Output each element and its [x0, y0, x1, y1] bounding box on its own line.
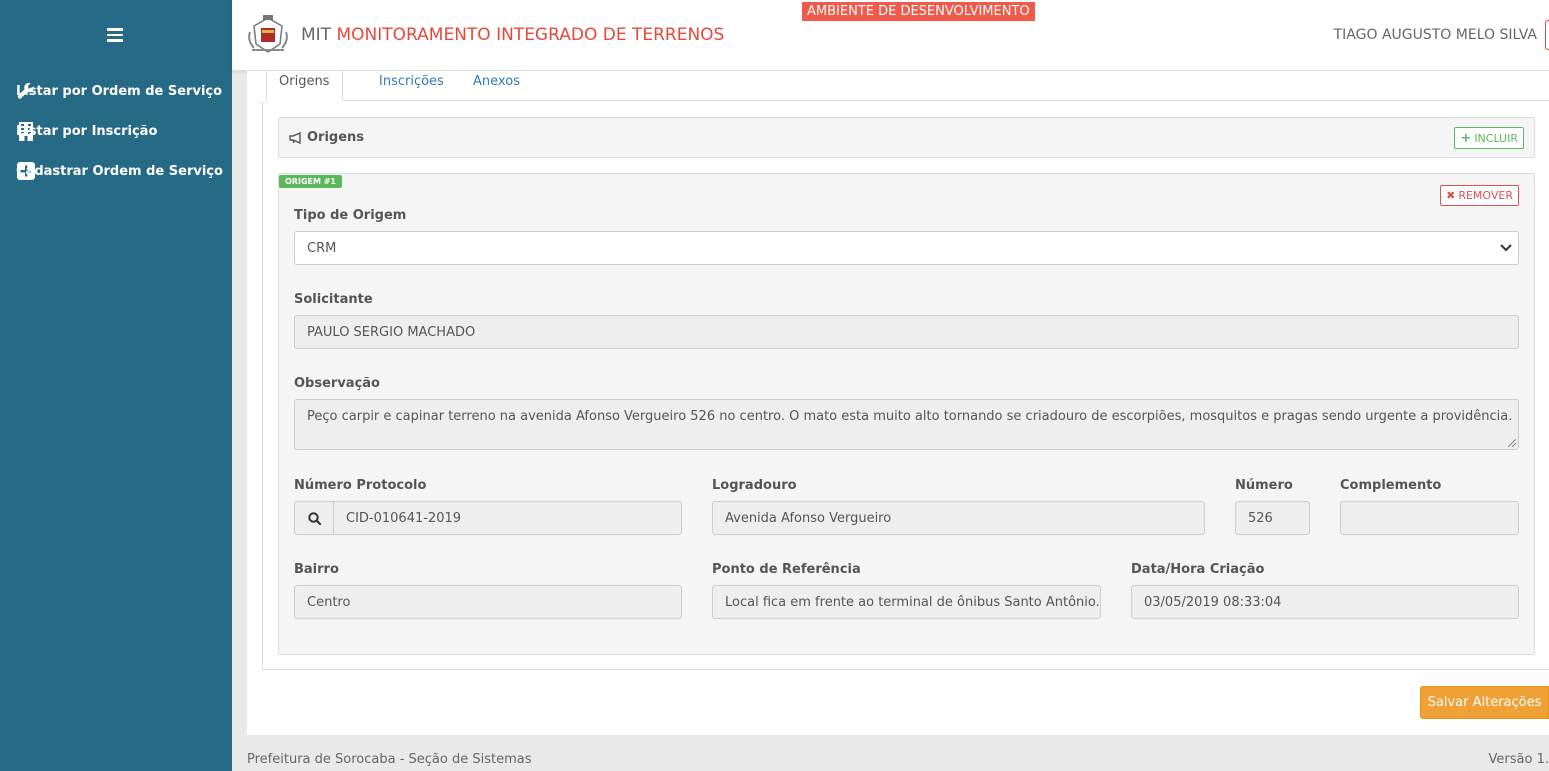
- close-icon: ✖: [1446, 189, 1456, 202]
- tipo-origem-value: CRM: [307, 240, 337, 256]
- plus-icon: +: [1460, 130, 1472, 146]
- tab-origens[interactable]: Origens: [266, 71, 343, 101]
- environment-badge: AMBIENTE DE DESENVOLVIMENTO: [802, 2, 1035, 21]
- numero-protocolo-label: Número Protocolo: [294, 478, 427, 493]
- ponto-referencia-label: Ponto de Referência: [712, 562, 861, 577]
- numero-label: Número: [1235, 478, 1293, 493]
- complemento-label: Complemento: [1340, 478, 1442, 493]
- app-brand: MIT MONITORAMENTO INTEGRADO DE TERRENOS: [301, 25, 724, 45]
- user-name[interactable]: TIAGO AUGUSTO MELO SILVA: [1334, 27, 1537, 43]
- logout-button[interactable]: [1545, 20, 1549, 50]
- resize-handle-icon[interactable]: [1508, 439, 1516, 447]
- save-button[interactable]: Salvar Alterações: [1420, 686, 1549, 719]
- observacao-value: Peço carpir e capinar terreno na avenida…: [307, 409, 1513, 424]
- incluir-button[interactable]: + INCLUIR: [1454, 127, 1524, 149]
- solicitante-field[interactable]: PAULO SERGIO MACHADO: [294, 315, 1519, 349]
- search-icon: [307, 511, 321, 525]
- footer-version: Versão 1.: [1488, 752, 1549, 767]
- tipo-origem-select[interactable]: CRM: [294, 231, 1519, 265]
- sidebar: Listar por Ordem de Serviço Listar por I…: [0, 0, 232, 771]
- ponto-referencia-field[interactable]: Local fica em frente ao terminal de ônib…: [712, 585, 1101, 619]
- data-criacao-label: Data/Hora Criação: [1131, 562, 1265, 577]
- origens-title-text: Origens: [307, 130, 365, 145]
- tipo-origem-label: Tipo de Origem: [294, 208, 407, 223]
- observacao-textarea[interactable]: Peço carpir e capinar terreno na avenida…: [294, 399, 1519, 450]
- tab-inscricoes[interactable]: Inscrições: [367, 71, 458, 101]
- bairro-label: Bairro: [294, 562, 339, 577]
- main-content: Origens Inscrições Anexos Origens + INCL…: [247, 71, 1549, 735]
- footer-credits: Prefeitura de Sorocaba - Seção de Sistem…: [247, 752, 532, 767]
- complemento-field[interactable]: [1340, 501, 1519, 535]
- data-criacao-field[interactable]: 03/05/2019 08:33:04: [1131, 585, 1519, 619]
- sidebar-item-listar-inscricao[interactable]: Listar por Inscrição: [16, 120, 157, 142]
- numero-field[interactable]: 526: [1235, 501, 1310, 535]
- remover-button[interactable]: ✖ REMOVER: [1440, 185, 1519, 206]
- incluir-label: INCLUIR: [1474, 131, 1518, 145]
- brand-full: MONITORAMENTO INTEGRADO DE TERRENOS: [336, 25, 725, 45]
- menu-toggle-icon[interactable]: [107, 28, 123, 42]
- logradouro-label: Logradouro: [712, 478, 797, 493]
- sidebar-item-cadastrar-ordem-servico[interactable]: Cadastrar Ordem de Serviço: [16, 160, 223, 182]
- bullhorn-icon: [289, 131, 301, 144]
- bairro-field[interactable]: Centro: [294, 585, 682, 619]
- city-crest-logo: [246, 14, 290, 56]
- sidebar-item-label: Cadastrar Ordem de Serviço: [16, 163, 223, 179]
- top-header: MIT MONITORAMENTO INTEGRADO DE TERRENOS …: [232, 0, 1549, 71]
- sidebar-item-label: Listar por Ordem de Serviço: [16, 83, 223, 99]
- solicitante-label: Solicitante: [294, 292, 373, 307]
- sidebar-item-listar-ordem-servico[interactable]: Listar por Ordem de Serviço: [16, 80, 222, 102]
- remover-label: REMOVER: [1458, 189, 1513, 202]
- chevron-down-icon: [1500, 244, 1512, 252]
- logradouro-field[interactable]: Avenida Afonso Vergueiro: [712, 501, 1205, 535]
- tab-bar: Origens Inscrições Anexos: [266, 71, 1549, 101]
- origens-panel-header: Origens + INCLUIR: [278, 117, 1535, 158]
- tab-anexos[interactable]: Anexos: [461, 71, 534, 101]
- observacao-label: Observação: [294, 376, 380, 391]
- numero-protocolo-field[interactable]: CID-010641-2019: [333, 501, 682, 535]
- search-button[interactable]: [294, 501, 333, 535]
- sidebar-item-label: Listar por Inscrição: [16, 123, 158, 139]
- brand-short: MIT: [301, 25, 332, 45]
- origem-badge: ORIGEM #1: [279, 175, 342, 188]
- origens-title: Origens: [289, 130, 364, 145]
- numero-protocolo-group: CID-010641-2019: [294, 501, 682, 535]
